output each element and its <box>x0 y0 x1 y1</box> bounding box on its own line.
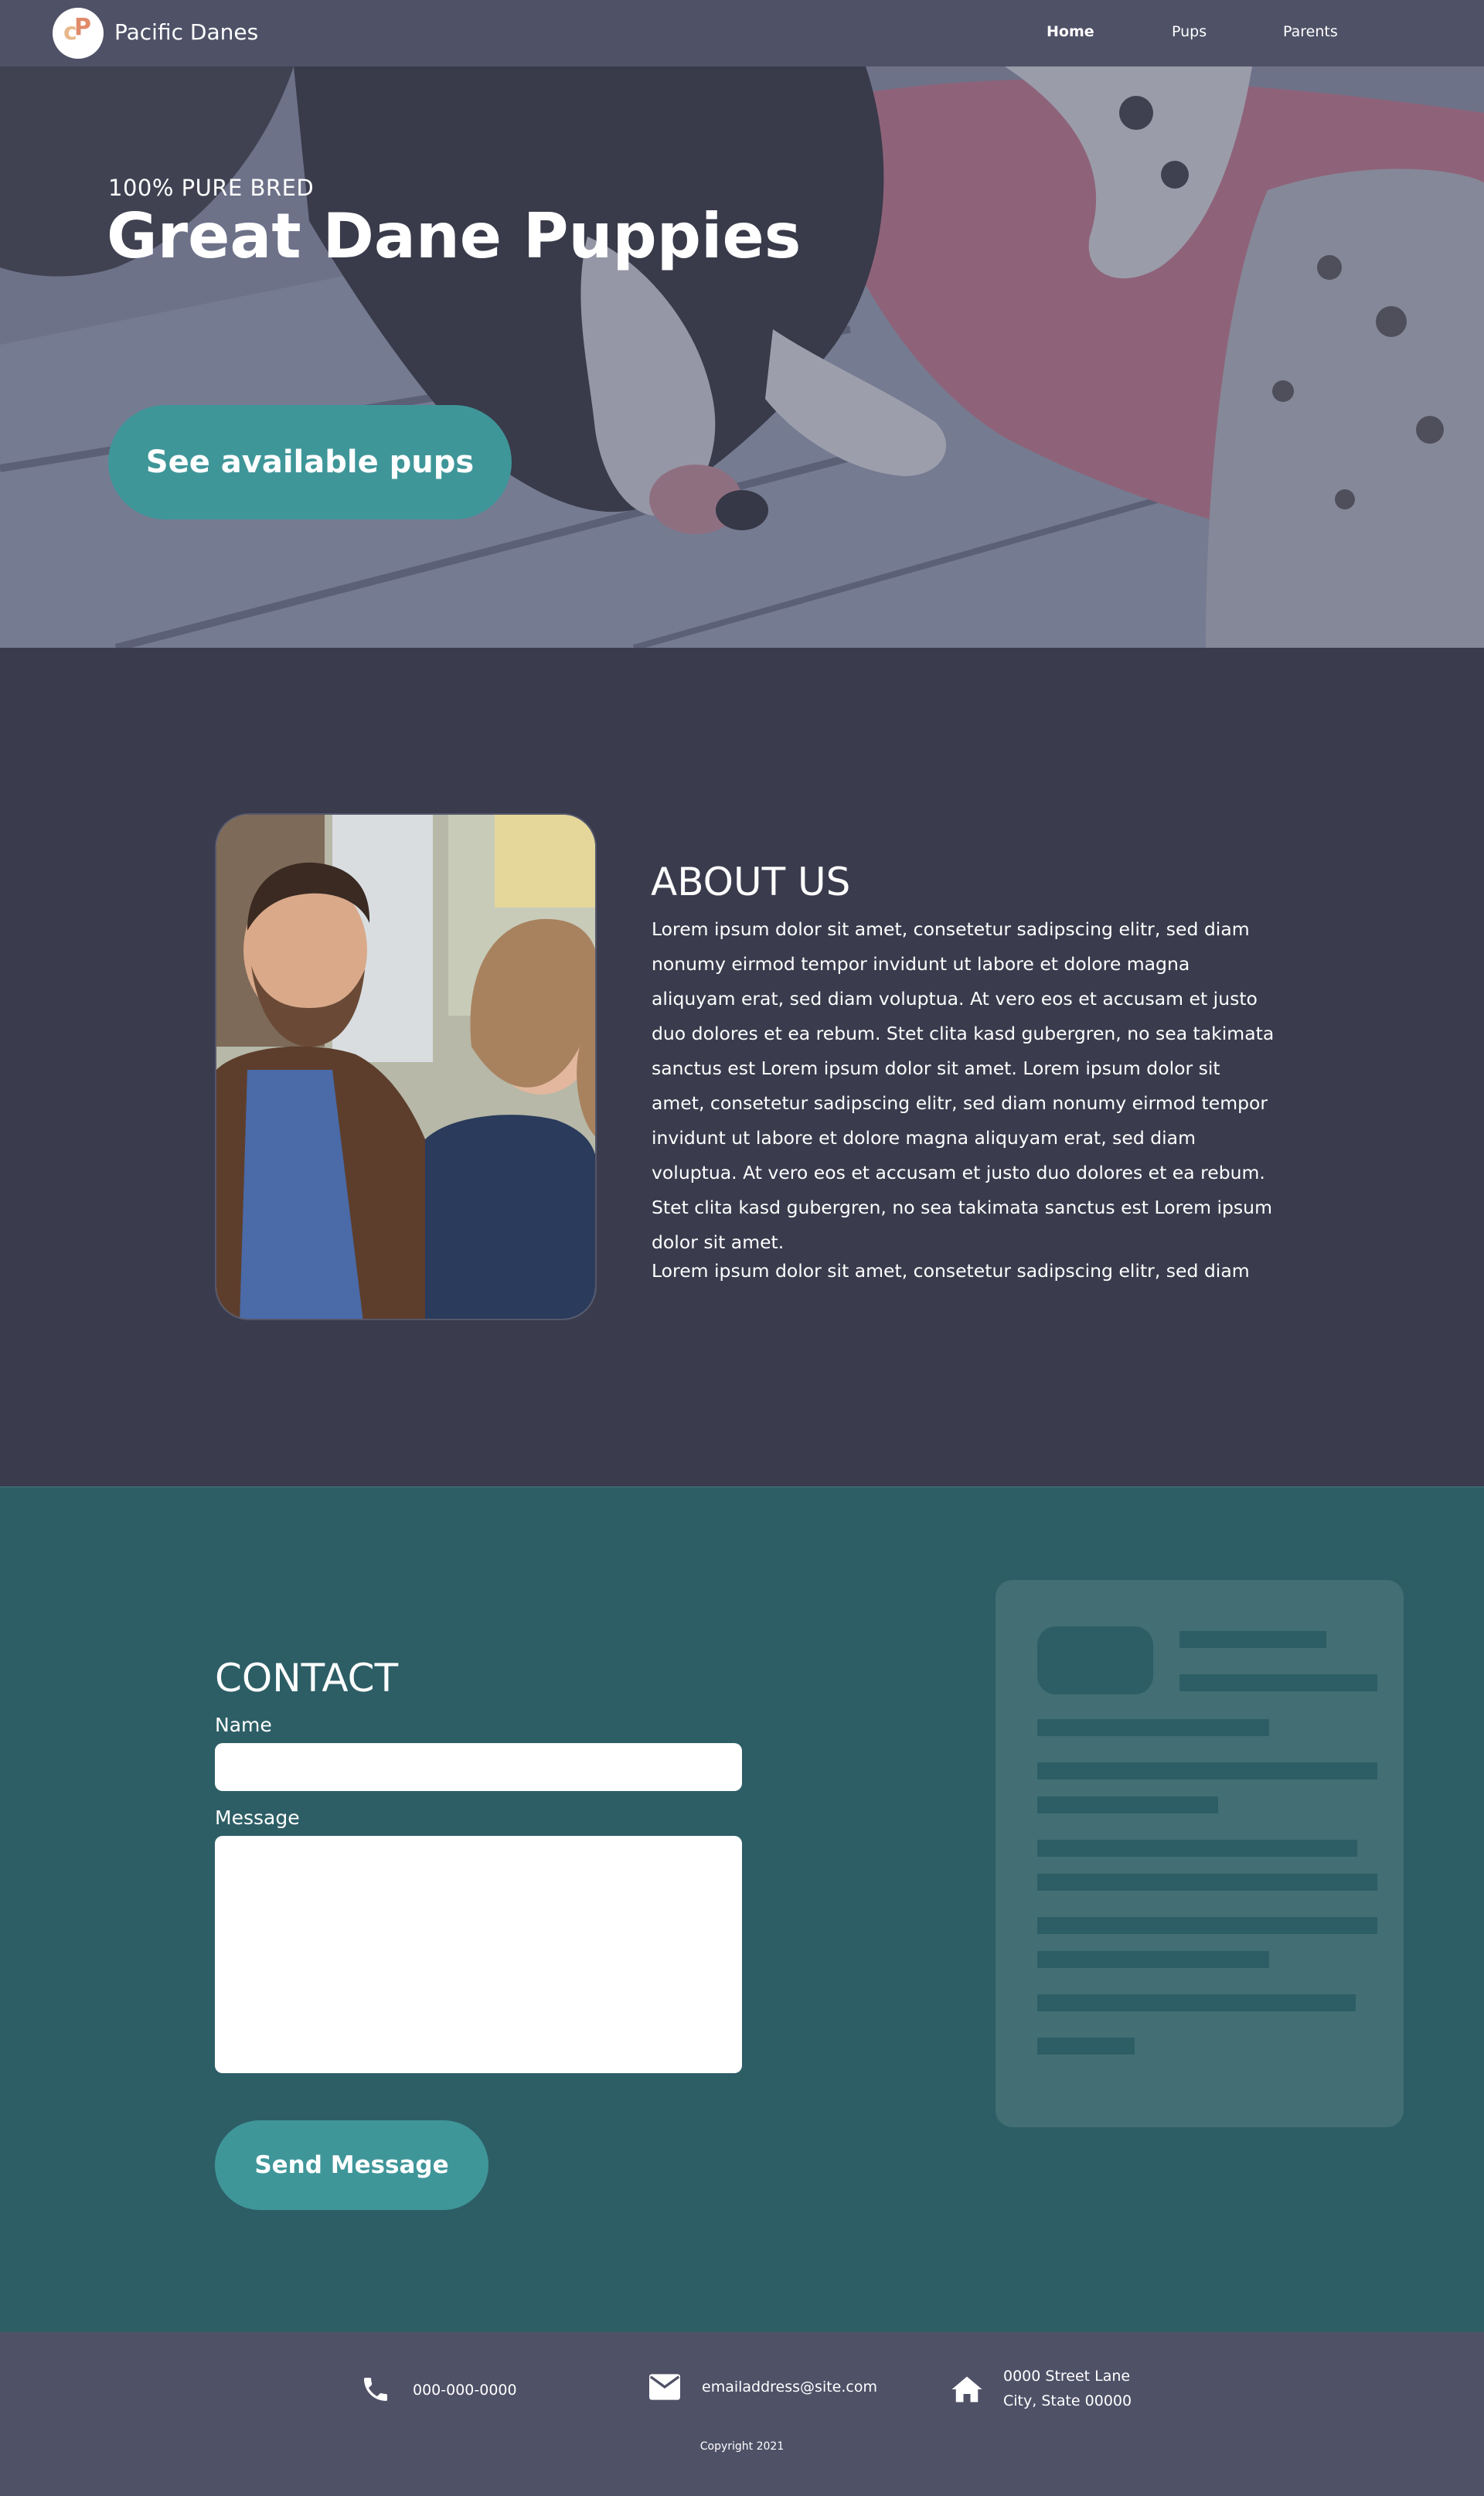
phone-icon <box>364 2378 387 2401</box>
message-input[interactable] <box>215 1836 742 2073</box>
logo-icon[interactable]: cP <box>53 8 104 59</box>
about-paragraph-1: Lorem ipsum dolor sit amet, consetetur s… <box>652 918 1275 1253</box>
footer-address-line2: City, State 00000 <box>1003 2392 1132 2409</box>
envelope-icon <box>649 2374 680 2400</box>
hero-kicker: 100% PURE BRED <box>108 175 315 201</box>
copyright-text: Copyright 2021 <box>699 2440 785 2453</box>
document-illustration <box>996 1580 1404 2127</box>
footer: 000-000-0000 emailaddress@site.com 0000 … <box>0 2332 1484 2496</box>
message-label: Message <box>215 1806 300 1829</box>
contact-section: CONTACT Name Message Send Message <box>0 1486 1484 2332</box>
name-input[interactable] <box>215 1743 742 1791</box>
brand-name[interactable]: Pacific Danes <box>114 19 258 45</box>
home-icon <box>951 2376 982 2402</box>
hero-title: Great Dane Puppies <box>107 200 802 272</box>
footer-phone-link[interactable]: 000-000-0000 <box>413 2382 517 2399</box>
owners-photo <box>215 813 597 1320</box>
send-message-button[interactable]: Send Message <box>215 2120 488 2210</box>
see-available-pups-button[interactable]: See available pups <box>108 405 512 519</box>
nav-link-parents[interactable]: Parents <box>1283 23 1338 40</box>
nav-link-home[interactable]: Home <box>1047 23 1094 40</box>
footer-address-line1: 0000 Street Lane <box>1003 2368 1131 2385</box>
top-nav: cP Pacific Danes Home Pups Parents <box>0 0 1484 66</box>
hero-section: 100% PURE BRED Great Dane Puppies See av… <box>0 66 1484 648</box>
about-section: ABOUT US Lorem ipsum dolor sit amet, con… <box>0 648 1484 1486</box>
about-paragraph-2: Lorem ipsum dolor sit amet, consetetur s… <box>652 1260 1250 1282</box>
nav-link-pups[interactable]: Pups <box>1172 23 1207 40</box>
about-title: ABOUT US <box>651 860 851 904</box>
footer-email-link[interactable]: emailaddress@site.com <box>702 2379 877 2396</box>
name-label: Name <box>215 1714 272 1736</box>
contact-title: CONTACT <box>215 1656 399 1701</box>
